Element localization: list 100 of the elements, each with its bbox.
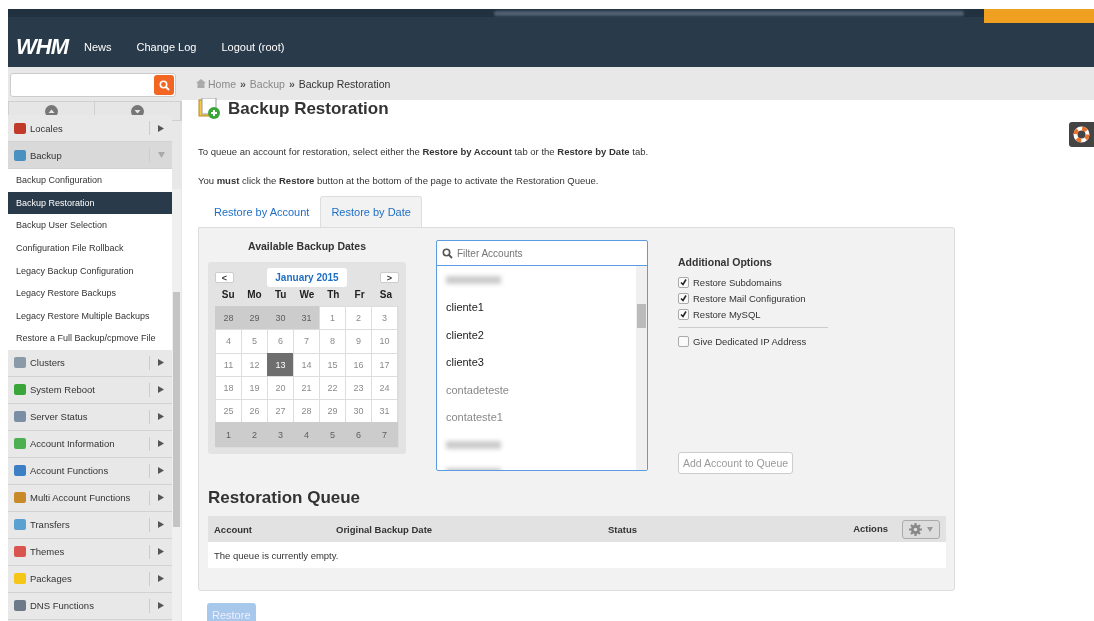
breadcrumb-separator: »: [288, 77, 295, 90]
sidebar-item[interactable]: Legacy Restore Multiple Backups: [8, 304, 172, 328]
expand-icon: [158, 359, 164, 367]
month-label: January 2015: [267, 268, 347, 287]
calendar-day[interactable]: 25: [215, 399, 242, 424]
tab[interactable]: Restore by Account: [203, 196, 321, 227]
nav-link[interactable]: Change Log: [136, 41, 197, 53]
calendar-day[interactable]: 27: [267, 399, 294, 424]
sidebar-item[interactable]: Backup Configuration: [8, 169, 172, 192]
gear-icon: [909, 522, 922, 536]
breadcrumb-separator: »: [240, 77, 246, 90]
next-month-button[interactable]: >: [380, 272, 399, 283]
breadcrumb-link[interactable]: Backup: [249, 77, 285, 90]
calendar-day[interactable]: 17: [371, 352, 398, 377]
calendar-day[interactable]: 5: [241, 329, 268, 354]
tab[interactable]: Restore by Date: [320, 196, 422, 227]
expand-icon: [158, 521, 164, 529]
sidebar-section[interactable]: Locales: [8, 115, 172, 142]
actions-menu-button[interactable]: [902, 519, 940, 539]
expand-icon: [158, 494, 164, 502]
section-label: Backup: [30, 149, 63, 161]
add-to-queue-button[interactable]: Add Account to Queue: [678, 452, 794, 474]
breadcrumb-current: Backup Restoration: [298, 77, 391, 90]
home-icon: [196, 79, 206, 88]
calendar-day[interactable]: 7: [371, 422, 398, 447]
expand-icon: [158, 440, 164, 448]
checkbox[interactable]: [678, 277, 689, 288]
calendar-day[interactable]: 9: [345, 329, 372, 354]
account-item[interactable]: contadeteste: [437, 376, 635, 404]
sidebar-item[interactable]: Legacy Restore Backups: [8, 281, 172, 305]
search-button[interactable]: [154, 75, 174, 95]
section-label: Transfers: [30, 519, 71, 531]
weekday-label: Su: [220, 289, 236, 300]
calendar-day[interactable]: 30: [345, 399, 372, 424]
calendar-day[interactable]: 8: [319, 329, 346, 354]
column-header: Account: [214, 523, 252, 535]
sidebar-item[interactable]: Configuration File Rollback: [8, 236, 172, 260]
checkbox[interactable]: [678, 309, 689, 320]
weekday-label: We: [298, 289, 316, 300]
expand-icon: [158, 575, 164, 583]
nav-link[interactable]: News: [84, 41, 112, 53]
checkbox-label: Restore Subdomains: [693, 277, 782, 288]
whm-logo[interactable]: WHM: [16, 34, 68, 60]
calendar-day[interactable]: 3: [267, 422, 294, 447]
account-item[interactable]: contateste1: [437, 403, 635, 431]
sidebar-item[interactable]: Backup Restoration: [8, 191, 172, 215]
scrollbar[interactable]: [636, 266, 647, 470]
previous-month-button[interactable]: <: [215, 272, 234, 283]
calendar-day[interactable]: 2: [345, 306, 372, 331]
sidebar-item[interactable]: Backup User Selection: [8, 214, 172, 237]
section-label: Themes: [30, 546, 66, 558]
search-field[interactable]: [10, 73, 176, 97]
expand-icon: [158, 386, 164, 394]
account-item[interactable]: cliente3: [437, 348, 635, 376]
calendar-day[interactable]: 4: [293, 422, 320, 447]
calendar-day[interactable]: 2: [241, 422, 268, 447]
calendar-day[interactable]: 1: [319, 306, 346, 331]
calendar-day[interactable]: 7: [293, 329, 320, 354]
section-label: Locales: [30, 122, 64, 134]
calendar-day[interactable]: 31: [293, 306, 320, 331]
calendar-day[interactable]: 4: [215, 329, 242, 354]
weekday-label: Mo: [246, 289, 263, 300]
nav-link[interactable]: Logout (root): [221, 41, 285, 53]
collapse-icon: [157, 152, 165, 158]
blurred-text: [446, 275, 501, 284]
scrollbar[interactable]: [172, 189, 181, 621]
breadcrumb-link[interactable]: Home: [196, 77, 236, 90]
calendar-day[interactable]: 30: [267, 306, 294, 331]
expand-icon: [158, 124, 164, 132]
section-label: Account Information: [30, 438, 116, 450]
account-item[interactable]: cliente2: [437, 321, 635, 349]
sidebar-section[interactable]: Backup: [8, 142, 172, 169]
column-header: Actions: [853, 522, 888, 534]
calendar-day[interactable]: 10: [371, 329, 398, 354]
calendar-day[interactable]: 28: [215, 306, 242, 331]
calendar-day[interactable]: 29: [319, 399, 346, 424]
calendar-day[interactable]: 5: [319, 422, 346, 447]
calendar-day[interactable]: 3: [371, 306, 398, 331]
sidebar-item[interactable]: Restore a Full Backup/cpmove File: [8, 327, 172, 350]
calendar-heading: Available Backup Dates: [246, 240, 368, 252]
calendar-day[interactable]: 6: [345, 422, 372, 447]
calendar-day[interactable]: 29: [241, 306, 268, 331]
account-item[interactable]: cliente1: [437, 293, 635, 321]
weekday-label: Fr: [353, 289, 366, 300]
sidebar-item[interactable]: Legacy Backup Configuration: [8, 259, 172, 282]
calendar-day[interactable]: 31: [371, 399, 398, 424]
weekday-label: Tu: [273, 289, 288, 300]
weekday-label: Th: [326, 289, 341, 300]
checkbox-label: Restore MySQL: [693, 309, 761, 320]
checkbox-label: Restore Mail Configuration: [693, 293, 806, 304]
calendar-day[interactable]: 6: [267, 329, 294, 354]
expand-icon: [158, 602, 164, 610]
calendar-day[interactable]: 26: [241, 399, 268, 424]
calendar-day[interactable]: 28: [293, 399, 320, 424]
checkbox-label: Give Dedicated IP Address: [693, 336, 807, 347]
checkbox[interactable]: [678, 336, 689, 347]
calendar-day[interactable]: 1: [215, 422, 242, 447]
caret-icon: [927, 526, 933, 532]
checkbox[interactable]: [678, 293, 689, 304]
help-button[interactable]: [1069, 122, 1094, 147]
